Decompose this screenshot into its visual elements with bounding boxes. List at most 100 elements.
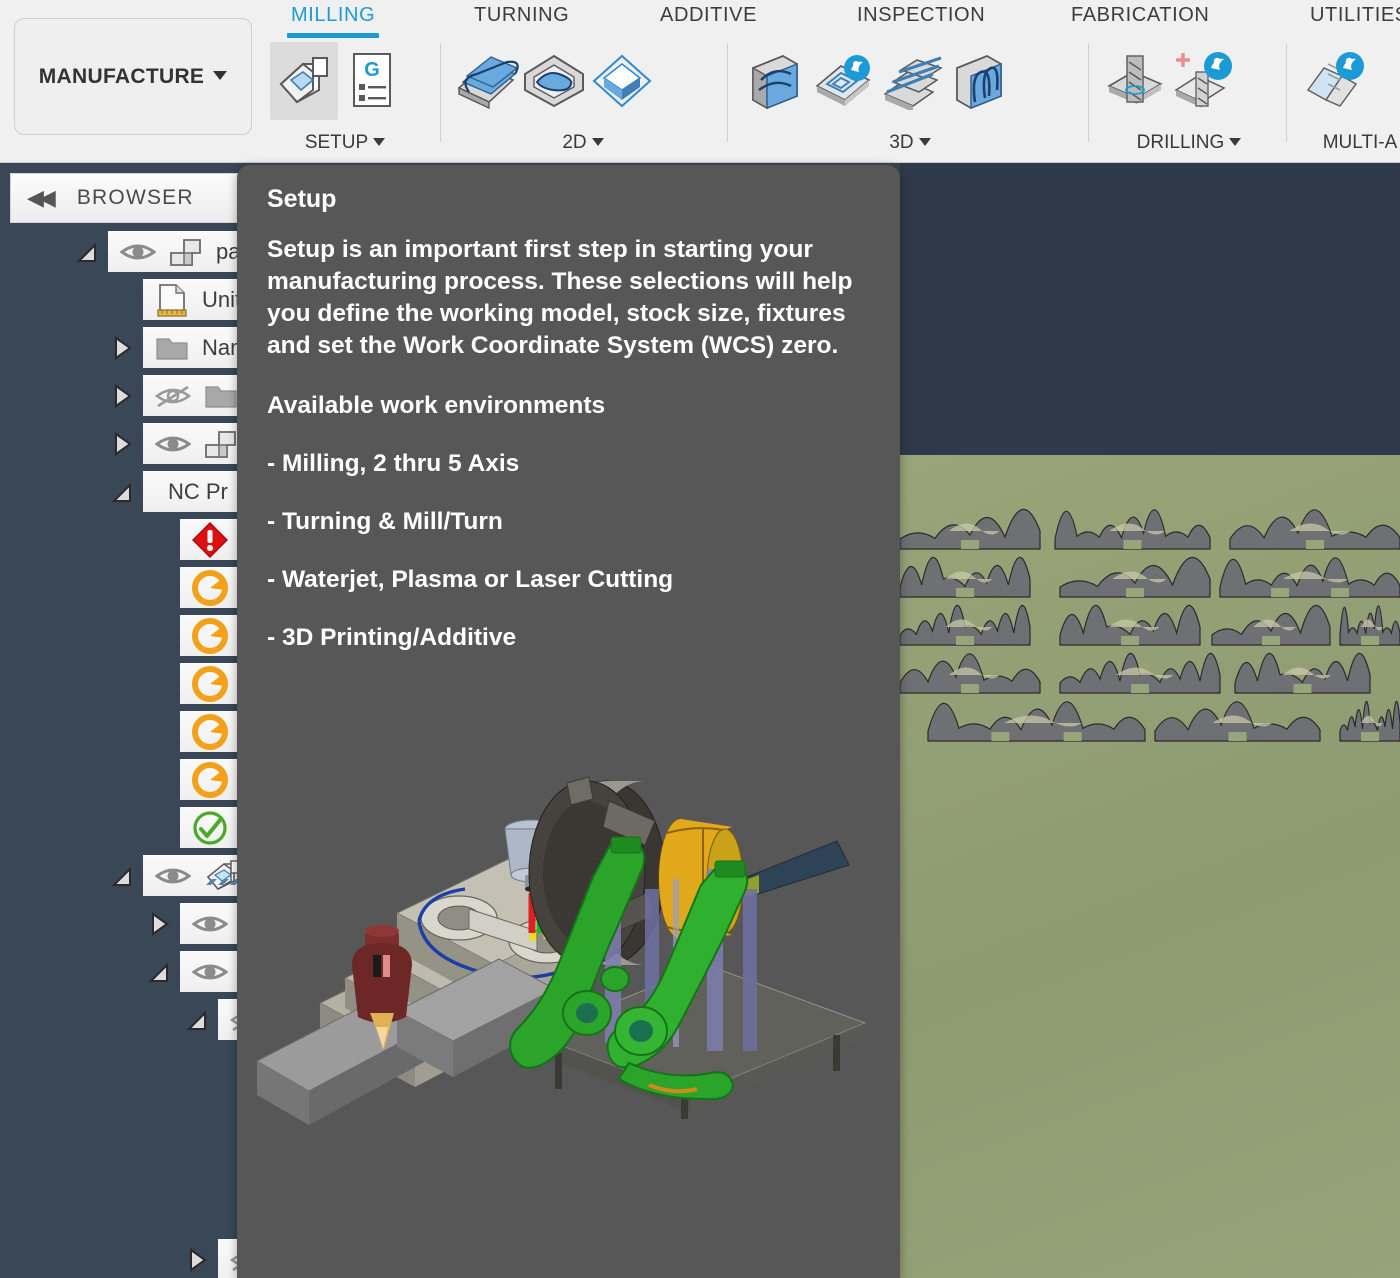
chevron-down-icon[interactable] xyxy=(373,138,386,146)
parallel-icon[interactable] xyxy=(944,42,1012,120)
horizontal-icon[interactable] xyxy=(876,42,944,120)
ribbon-panel-multi-axis: MULTI-A xyxy=(1300,40,1400,158)
active-tab-underline xyxy=(287,33,380,38)
tooltip-item: - Milling, 2 thru 5 Axis xyxy=(267,450,520,477)
panel-icon-row xyxy=(1100,40,1236,122)
panel-divider xyxy=(1088,44,1089,142)
tooltip-body: Setup is an important first step in star… xyxy=(267,236,853,359)
panel-title[interactable]: 2D xyxy=(452,132,714,154)
adaptive-3d-icon[interactable] xyxy=(740,42,808,120)
panel-title[interactable]: 3D xyxy=(740,132,1080,154)
svg-text:G: G xyxy=(364,59,380,81)
panel-divider xyxy=(1286,44,1287,142)
ribbon-panel-setup: G SETUP xyxy=(270,40,420,158)
chevron-down-icon[interactable] xyxy=(1229,138,1242,146)
panel-icon-row xyxy=(452,40,656,122)
folder-icon xyxy=(204,383,238,409)
panel-title-label: DRILLING xyxy=(1136,132,1225,153)
units-document-icon xyxy=(155,283,189,317)
pocket-3d-icon[interactable] xyxy=(808,42,876,120)
expander-closed-icon[interactable] xyxy=(111,335,133,361)
expander-open-icon[interactable] xyxy=(111,479,133,505)
panel-divider xyxy=(727,44,728,142)
row-content: NC Pr xyxy=(155,471,228,512)
ribbon-tab-turning[interactable]: TURNING xyxy=(470,2,573,29)
expander-open-icon[interactable] xyxy=(111,863,133,889)
row-content xyxy=(155,375,238,416)
expander-open-icon[interactable] xyxy=(148,959,170,985)
multi-axis-icon[interactable] xyxy=(1300,42,1368,120)
eye-visible-icon[interactable] xyxy=(155,863,191,889)
panel-title[interactable]: MULTI-A xyxy=(1300,132,1400,154)
error-icon xyxy=(192,521,228,558)
ribbon-tab-milling[interactable]: MILLING xyxy=(287,2,380,38)
row-content xyxy=(192,807,241,848)
collapse-left-icon[interactable]: ◀◀ xyxy=(27,185,56,211)
ribbon-panel-3d: 3D xyxy=(740,40,1080,158)
expander-closed-icon[interactable] xyxy=(186,1247,208,1273)
panel-icon-row: G xyxy=(270,40,406,122)
regenerate-icon xyxy=(192,617,228,654)
eye-visible-icon[interactable] xyxy=(120,239,156,265)
chevron-down-icon xyxy=(213,70,228,80)
expander-open-icon[interactable] xyxy=(186,1007,208,1033)
expander-closed-icon[interactable] xyxy=(111,431,133,457)
ribbon-tab-label: MILLING xyxy=(291,4,376,26)
panel-title-label: 2D xyxy=(562,132,587,153)
ribbon-tab-label: TURNING xyxy=(474,4,570,26)
drill-icon[interactable] xyxy=(1100,42,1168,120)
row-content xyxy=(192,615,241,656)
eye-visible-icon[interactable] xyxy=(192,911,228,937)
adaptive-2d-icon[interactable] xyxy=(520,42,588,120)
panel-title-label: 3D xyxy=(889,132,914,153)
ribbon-tab-additive[interactable]: ADDITIVE xyxy=(656,2,761,29)
row-content xyxy=(192,759,241,800)
ribbon-tab-label: FABRICATION xyxy=(1071,4,1210,26)
browser-title: BROWSER xyxy=(76,186,194,209)
nested-parts-geometry xyxy=(900,508,1400,742)
regenerate-icon xyxy=(192,761,228,798)
face-icon[interactable] xyxy=(452,42,520,120)
row-content xyxy=(192,567,241,608)
tooltip-item: - Turning & Mill/Turn xyxy=(267,508,503,535)
row-content xyxy=(155,423,238,464)
panel-title[interactable]: DRILLING xyxy=(1100,132,1278,154)
eye-hidden-icon[interactable] xyxy=(155,383,191,409)
expander-open-icon[interactable] xyxy=(76,239,98,265)
nested-parts-sheet xyxy=(900,455,1400,1278)
expander-closed-icon[interactable] xyxy=(111,383,133,409)
ribbon-tab-inspection[interactable]: INSPECTION xyxy=(853,2,989,29)
component-icon xyxy=(204,429,238,459)
panel-icon-row xyxy=(1300,40,1368,122)
eye-visible-icon[interactable] xyxy=(192,959,228,985)
eye-visible-icon[interactable] xyxy=(155,431,191,457)
chevron-down-icon[interactable] xyxy=(918,138,931,146)
expander-closed-icon[interactable] xyxy=(148,911,170,937)
setup-icon[interactable] xyxy=(270,42,338,120)
workspace-label: MANUFACTURE xyxy=(38,64,205,88)
workspace-switcher-button[interactable]: MANUFACTURE xyxy=(14,18,252,135)
ribbon-tab-fabrication[interactable]: FABRICATION xyxy=(1067,2,1213,29)
chevron-down-icon[interactable] xyxy=(591,138,604,146)
canvas-3d-viewport[interactable] xyxy=(900,163,1400,1278)
tooltip-illustrations xyxy=(255,776,867,1125)
panel-title[interactable]: SETUP xyxy=(270,132,420,154)
ribbon-tab-label: INSPECTION xyxy=(857,4,986,26)
row-content xyxy=(192,519,241,560)
row-content xyxy=(192,711,241,752)
pocket-2d-icon[interactable] xyxy=(588,42,656,120)
bore-icon[interactable] xyxy=(1168,42,1236,120)
regenerate-icon xyxy=(192,665,228,702)
ribbon-panel-drilling: DRILLING xyxy=(1100,40,1278,158)
nc-program-icon[interactable]: G xyxy=(338,42,406,120)
ribbon: MILLING TURNING ADDITIVE INSPECTION FABRICAT… xyxy=(0,0,1400,163)
ribbon-tab-utilities[interactable]: UTILITIES xyxy=(1306,2,1400,29)
tooltip-title: Setup xyxy=(267,185,337,213)
row-content xyxy=(192,663,241,704)
regenerate-icon xyxy=(192,713,228,750)
panel-divider xyxy=(440,44,441,142)
ribbon-tab-label: UTILITIES xyxy=(1310,4,1400,26)
component-icon xyxy=(169,237,203,267)
setup-command-tooltip: Setup Setup is an important first step i… xyxy=(237,165,900,1278)
ribbon-panel-2d: 2D xyxy=(452,40,714,158)
